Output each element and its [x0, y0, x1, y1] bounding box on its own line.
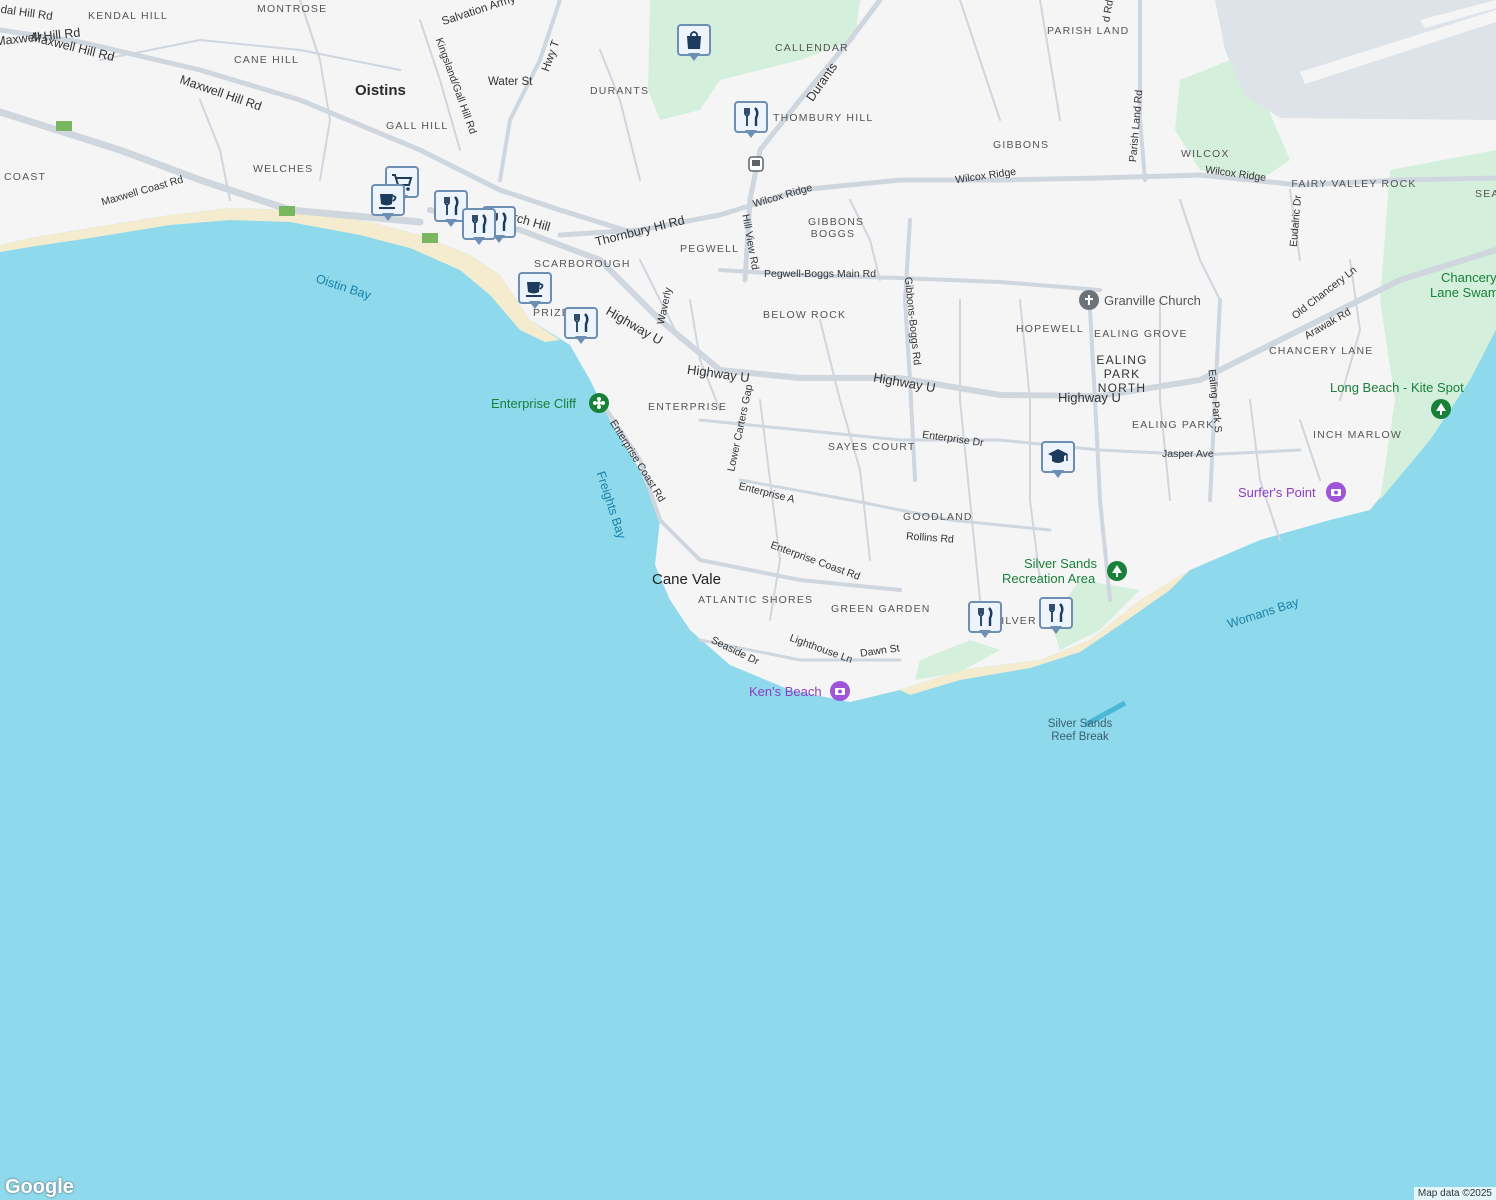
graduation-cap-icon [1048, 449, 1068, 463]
area-label-green-garden: GREEN GARDEN [831, 603, 931, 615]
area-label-coast: COAST [4, 171, 47, 183]
shopping-bag-marker[interactable] [677, 24, 711, 62]
area-label-ealing-grove: EALING GROVE [1094, 328, 1188, 340]
area-label-gall-hill: GALL HILL [386, 120, 449, 132]
area-label-gibbons: GIBBONS [993, 139, 1050, 151]
area-label-chancery-lane: CHANCERY LANE [1269, 345, 1374, 357]
reef-label-line-2: Reef Break [1051, 731, 1109, 743]
road-label-water-st: Water St [488, 76, 533, 88]
cross-icon[interactable] [1079, 290, 1099, 310]
area-label-atlantic-shores: ATLANTIC SHORES [698, 594, 814, 606]
area-label-sea: SEA [1475, 188, 1496, 200]
camera-icon[interactable] [1326, 482, 1346, 502]
area-label-gibbons-boggs: GIBBONS BOGGS [808, 216, 865, 240]
area-label-below-rock: BELOW ROCK [763, 309, 847, 321]
area-label-wilcox: WILCOX [1181, 148, 1230, 160]
area-label-thombury-hill: THOMBURY HILL [773, 112, 874, 124]
fork-knife-icon [978, 607, 993, 626]
poi-label-silver-sands-2[interactable]: Recreation Area [1002, 571, 1095, 586]
area-label-fairy-valley-rock: FAIRY VALLEY ROCK [1291, 178, 1417, 190]
fork-knife-icon [1049, 603, 1064, 622]
area-label-kendal-hill: KENDAL HILL [88, 10, 168, 22]
area-label-parish-land: PARISH LAND [1047, 25, 1130, 37]
road-label-jasper-ave: Jasper Ave [1162, 448, 1214, 460]
area-label-goodland: GOODLAND [903, 511, 973, 523]
area-label-scarborough: SCARBOROUGH [534, 258, 631, 270]
reef-label-silver-sands-reef-break[interactable]: Silver Sands Reef Break [1040, 718, 1120, 744]
bus-stop-icon [748, 156, 764, 172]
coffee-cup-icon [379, 194, 397, 209]
tree-icon[interactable] [1431, 399, 1451, 419]
camera-icon[interactable] [830, 681, 850, 701]
area-label-montrose: MONTROSE [257, 3, 328, 15]
area-label-callendar: CALLENDAR [775, 42, 849, 54]
road-label-pegwell-boggs-main-rd: Pegwell-Boggs Main Rd [764, 268, 877, 280]
town-label-oistins[interactable]: Oistins [355, 82, 406, 99]
flower-icon[interactable] [589, 393, 609, 413]
fork-knife-icon [744, 107, 759, 126]
poi-label-surfers-point[interactable]: Surfer's Point [1238, 485, 1316, 500]
map-attribution[interactable]: Map data ©2025 [1413, 1187, 1496, 1200]
route-shield-2 [279, 206, 295, 216]
park-chancery [1380, 150, 1496, 500]
poi-label-granville-church[interactable]: Granville Church [1104, 293, 1201, 308]
restaurant-marker-thombury[interactable] [734, 101, 768, 139]
restaurant-marker-silver-sands-2[interactable] [1039, 597, 1073, 635]
area-label-ealing-park-north: EALING PARK NORTH [1096, 353, 1148, 395]
poi-label-chancery-lane-swamp-2[interactable]: Lane Swam [1430, 285, 1496, 300]
fork-knife-icon [472, 214, 487, 233]
poi-label-chancery-lane-swamp-1[interactable]: Chancery [1441, 270, 1496, 285]
area-label-cane-hill: CANE HILL [234, 54, 300, 66]
route-shield-1 [56, 121, 72, 131]
tree-icon[interactable] [1107, 561, 1127, 581]
poi-label-long-beach-kite-spot[interactable]: Long Beach - Kite Spot [1330, 380, 1464, 395]
fork-knife-icon [444, 196, 459, 215]
fork-knife-icon [574, 313, 589, 332]
area-label-enterprise: ENTERPRISE [648, 401, 728, 413]
restaurant-marker-silver-sands-1[interactable] [968, 601, 1002, 639]
route-shield-3 [422, 233, 438, 243]
cafe-marker-1[interactable] [371, 184, 405, 222]
poi-label-enterprise-cliff[interactable]: Enterprise Cliff [491, 396, 576, 411]
area-label-inch-marlow: INCH MARLOW [1313, 429, 1403, 441]
google-logo[interactable]: Google [5, 1176, 74, 1199]
area-label-durants: DURANTS [590, 85, 650, 97]
school-marker[interactable] [1041, 441, 1075, 479]
shopping-bag-icon [687, 31, 701, 49]
poi-label-kens-beach[interactable]: Ken's Beach [749, 684, 822, 699]
highway-label-u-4: Highway U [1058, 390, 1121, 405]
reef-label-line-1: Silver Sands [1047, 718, 1113, 730]
poi-label-silver-sands-1[interactable]: Silver Sands [1024, 556, 1097, 571]
coffee-cup-icon [526, 282, 544, 297]
area-label-welches: WELCHES [253, 163, 314, 175]
restaurant-marker-oistins-3[interactable] [462, 208, 496, 246]
area-label-sayes-court: SAYES COURT [828, 441, 916, 453]
restaurant-marker-prize[interactable] [564, 307, 598, 345]
area-label-hopewell: HOPEWELL [1016, 323, 1084, 335]
area-label-ealing-park: EALING PARK [1132, 419, 1215, 431]
area-label-pegwell: PEGWELL [680, 243, 740, 255]
cafe-marker-2[interactable] [518, 272, 552, 310]
town-label-cane-vale[interactable]: Cane Vale [652, 571, 721, 588]
map-canvas[interactable]: Oistins Cane Vale KENDAL HILL MONTROSE C… [0, 0, 1496, 1200]
